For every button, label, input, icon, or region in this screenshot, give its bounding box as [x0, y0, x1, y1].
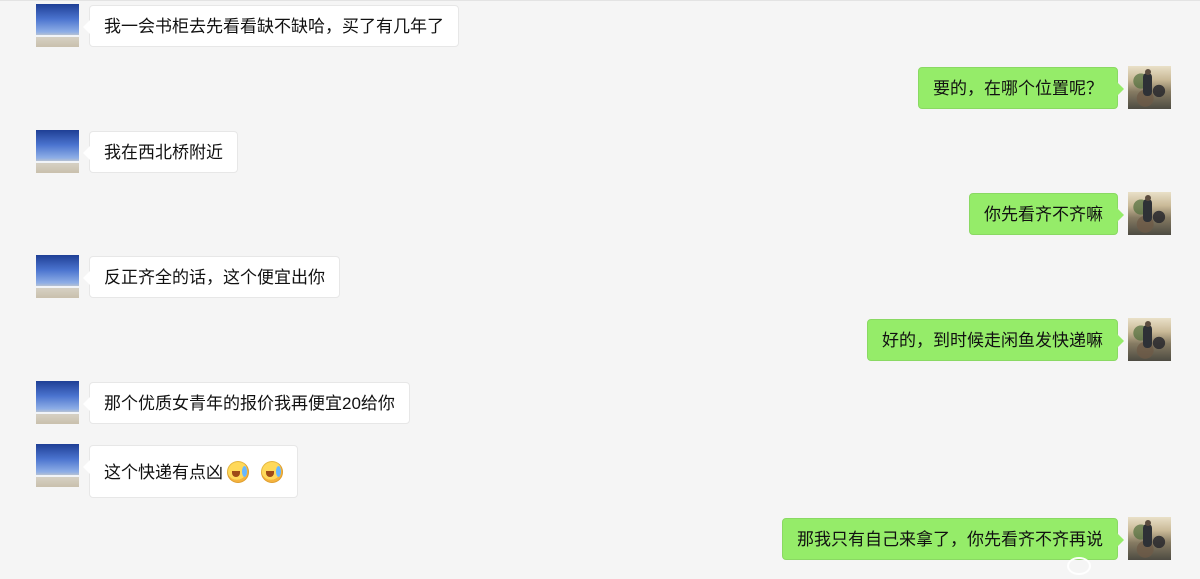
received-message-bubble-with-emoji[interactable]: 这个快递有点凶 — [83, 445, 298, 498]
watermark-icon — [1067, 557, 1091, 575]
top-divider — [0, 0, 1200, 1]
contact-avatar[interactable] — [36, 444, 79, 487]
received-message-text: 这个快递有点凶 — [104, 463, 223, 482]
contact-avatar[interactable] — [36, 255, 79, 298]
received-message-bubble[interactable]: 反正齐全的话，这个便宜出你 — [83, 256, 340, 298]
sent-message-bubble[interactable]: 你先看齐不齐嘛 — [969, 193, 1124, 235]
sent-message-bubble[interactable]: 好的，到时候走闲鱼发快递嘛 — [867, 319, 1124, 361]
user-avatar[interactable] — [1128, 517, 1171, 560]
sent-message-bubble[interactable]: 那我只有自己来拿了，你先看齐不齐再说 — [782, 518, 1124, 560]
crying-laughing-emoji-icon — [261, 461, 283, 483]
crying-laughing-emoji-icon — [227, 461, 249, 483]
received-message-bubble[interactable]: 我一会书柜去先看看缺不缺哈，买了有几年了 — [83, 5, 459, 47]
contact-avatar[interactable] — [36, 130, 79, 173]
user-avatar[interactable] — [1128, 318, 1171, 361]
contact-avatar[interactable] — [36, 381, 79, 424]
received-message-bubble[interactable]: 我在西北桥附近 — [83, 131, 238, 173]
user-avatar[interactable] — [1128, 192, 1171, 235]
user-avatar[interactable] — [1128, 66, 1171, 109]
received-message-bubble[interactable]: 那个优质女青年的报价我再便宜20给你 — [83, 382, 410, 424]
sent-message-bubble[interactable]: 要的，在哪个位置呢？ — [918, 67, 1124, 109]
contact-avatar[interactable] — [36, 4, 79, 47]
